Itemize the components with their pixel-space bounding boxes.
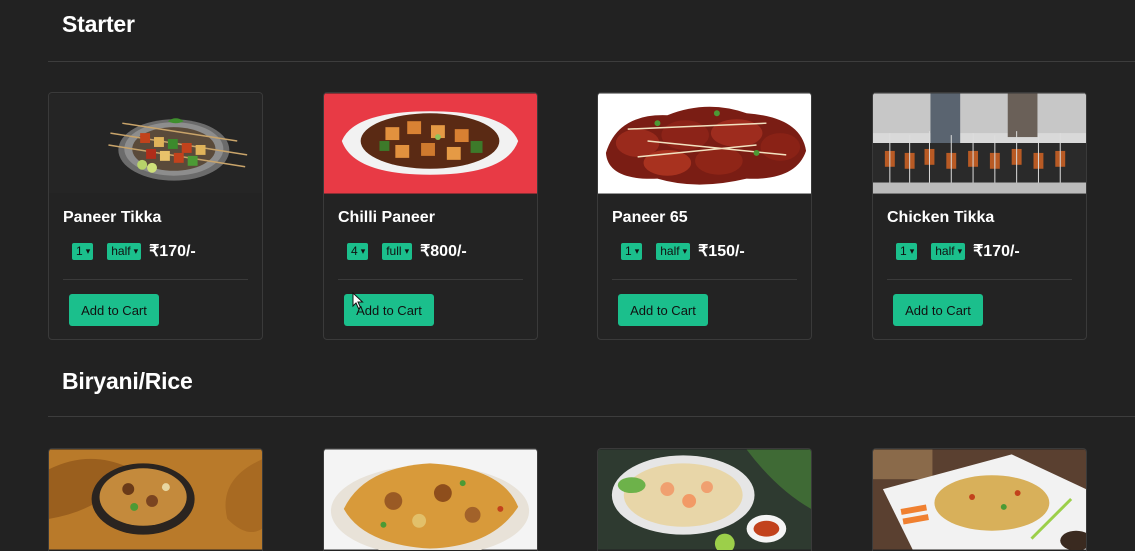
chevron-down-icon: ▾ <box>682 245 688 256</box>
section-title-biryani-rice: Biryani/Rice <box>62 368 193 394</box>
item-price: ₹800/- <box>420 243 467 260</box>
paneer-65-image <box>598 93 811 194</box>
mouse-pointer-icon <box>352 292 364 310</box>
size-value: full <box>386 244 402 258</box>
card-divider <box>338 279 523 280</box>
size-select[interactable]: full ▾ <box>382 242 413 260</box>
size-value: half <box>660 244 680 258</box>
add-to-cart-button[interactable]: Add to Cart <box>618 294 708 326</box>
menu-card-biryani-2 <box>323 448 538 551</box>
chevron-down-icon: ▾ <box>909 245 915 256</box>
menu-page: Starter Paneer Tikka 1 ▾ half ▾ ₹170/- A… <box>0 0 1135 551</box>
size-value: half <box>111 244 131 258</box>
biryani-image <box>324 449 537 550</box>
quantity-value: 4 <box>351 244 358 258</box>
chilli-paneer-image <box>324 93 537 194</box>
item-options: 4 ▾ full ▾ ₹800/- <box>347 241 467 261</box>
card-divider <box>63 279 248 280</box>
menu-card-paneer-tikka: Paneer Tikka 1 ▾ half ▾ ₹170/- Add to Ca… <box>48 92 263 340</box>
chevron-down-icon: ▾ <box>133 245 139 256</box>
menu-card-biryani-1 <box>48 448 263 551</box>
size-select[interactable]: half ▾ <box>931 242 966 260</box>
item-price: ₹150/- <box>698 243 745 260</box>
fried-rice-image <box>873 449 1086 550</box>
chevron-down-icon: ▾ <box>360 245 366 256</box>
item-name: Paneer 65 <box>612 209 688 226</box>
item-name: Chilli Paneer <box>338 209 435 226</box>
quantity-select[interactable]: 1 ▾ <box>621 242 643 260</box>
menu-card-biryani-3 <box>597 448 812 551</box>
item-price: ₹170/- <box>149 243 196 260</box>
menu-card-chicken-tikka: Chicken Tikka 1 ▾ half ▾ ₹170/- Add to C… <box>872 92 1087 340</box>
biryani-image <box>49 449 262 550</box>
size-select[interactable]: half ▾ <box>107 242 142 260</box>
size-value: half <box>935 244 955 258</box>
size-select[interactable]: half ▾ <box>656 242 691 260</box>
quantity-select[interactable]: 4 ▾ <box>347 242 369 260</box>
chevron-down-icon: ▾ <box>957 245 963 256</box>
add-to-cart-button[interactable]: Add to Cart <box>893 294 983 326</box>
quantity-select[interactable]: 1 ▾ <box>72 242 94 260</box>
menu-card-biryani-4 <box>872 448 1087 551</box>
item-options: 1 ▾ half ▾ ₹150/- <box>621 241 745 261</box>
quantity-value: 1 <box>625 244 632 258</box>
chicken-tikka-image <box>873 93 1086 194</box>
section-title-starter: Starter <box>62 11 135 37</box>
card-divider <box>887 279 1072 280</box>
item-options: 1 ▾ half ▾ ₹170/- <box>72 241 196 261</box>
section-divider <box>48 416 1135 417</box>
section-divider <box>48 61 1135 62</box>
card-divider <box>612 279 797 280</box>
chevron-down-icon: ▾ <box>85 245 91 256</box>
shrimp-rice-image <box>598 449 811 550</box>
chevron-down-icon: ▾ <box>634 245 640 256</box>
paneer-tikka-image <box>49 93 262 194</box>
chevron-down-icon: ▾ <box>404 245 410 256</box>
item-price: ₹170/- <box>973 243 1020 260</box>
quantity-value: 1 <box>900 244 907 258</box>
add-to-cart-button[interactable]: Add to Cart <box>69 294 159 326</box>
menu-card-paneer-65: Paneer 65 1 ▾ half ▾ ₹150/- Add to Cart <box>597 92 812 340</box>
quantity-select[interactable]: 1 ▾ <box>896 242 918 260</box>
item-options: 1 ▾ half ▾ ₹170/- <box>896 241 1020 261</box>
quantity-value: 1 <box>76 244 83 258</box>
item-name: Chicken Tikka <box>887 209 995 226</box>
item-name: Paneer Tikka <box>63 209 162 226</box>
